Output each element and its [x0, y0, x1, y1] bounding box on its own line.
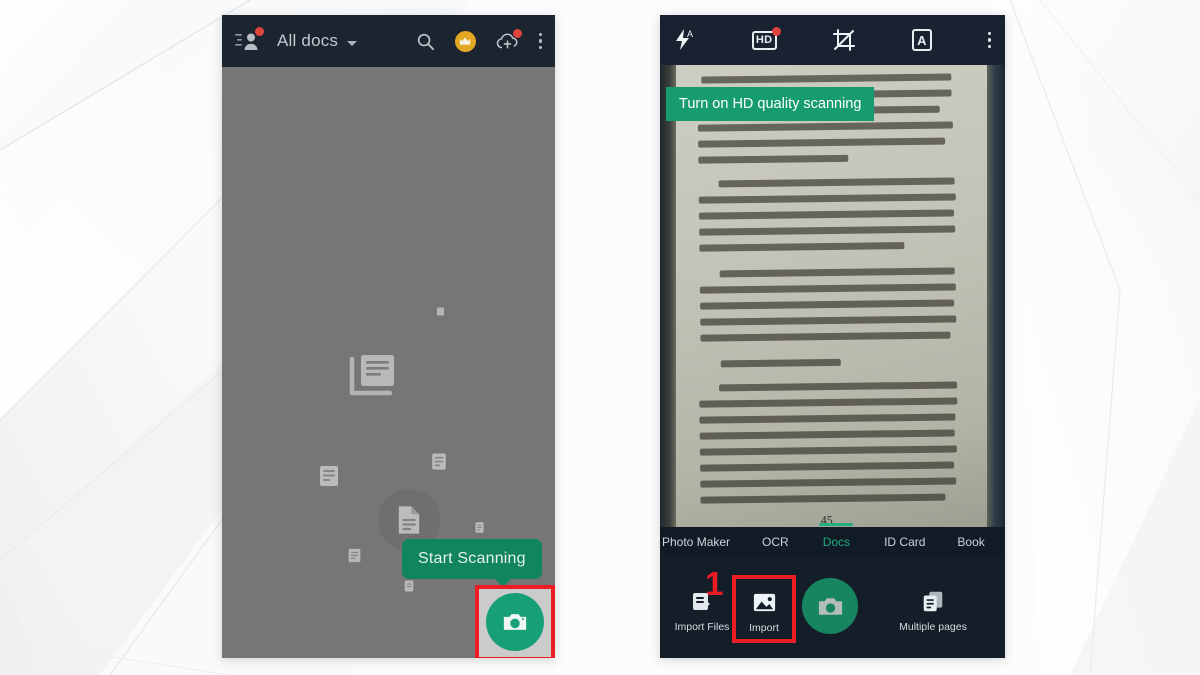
left-app-toolbar: All docs — [222, 15, 555, 67]
multiple-pages-button[interactable]: Multiple pages — [893, 589, 973, 633]
tab-book[interactable]: Book — [957, 535, 984, 549]
import-image-icon — [753, 593, 775, 612]
crown-premium-icon[interactable] — [454, 30, 476, 52]
start-scanning-tooltip-label: Start Scanning — [418, 550, 526, 567]
tab-docs[interactable]: Docs — [823, 535, 850, 549]
cloud-notification-badge — [512, 29, 522, 38]
capture-action-bar: 1 Import Files Import Multiple pages — [660, 557, 1005, 658]
book-page-photo: 45 DALE CARNEGIE — [667, 65, 998, 527]
auto-capture-icon[interactable]: A — [911, 29, 932, 51]
auto-crop-icon[interactable] — [832, 28, 856, 52]
capture-mode-tabs: Photo Maker OCR Docs ID Card Book Qu — [660, 527, 1005, 557]
import-files-button[interactable]: Import Files — [670, 589, 734, 633]
scan-fab-button[interactable] — [486, 593, 544, 651]
page-title: All docs — [277, 31, 339, 50]
right-phone-screenshot: 45 DALE CARNEGIE A HD A — [660, 15, 1005, 658]
cloud-upload-icon[interactable] — [496, 29, 522, 50]
import-files-label: Import Files — [674, 621, 730, 633]
book-left-edge — [660, 65, 676, 527]
tab-photo-maker[interactable]: Photo Maker — [662, 535, 730, 549]
document-bubble-icon — [465, 513, 493, 541]
book-right-edge — [987, 65, 1005, 527]
shutter-button[interactable] — [802, 578, 858, 634]
document-bubble-icon — [418, 441, 460, 483]
document-bubble-icon — [336, 537, 372, 573]
page-background — [0, 0, 1200, 675]
document-bubble-icon — [304, 451, 354, 501]
tab-ocr[interactable]: OCR — [762, 535, 789, 549]
overflow-menu-icon[interactable] — [987, 31, 991, 49]
camera-toolbar: A HD A — [660, 15, 1005, 65]
tab-id-card[interactable]: ID Card — [884, 535, 925, 549]
document-bubble-icon — [428, 299, 452, 323]
account-notification-badge — [255, 27, 264, 36]
import-label: Import — [749, 622, 779, 634]
left-phone-screenshot: All docs Start Scanning — [222, 15, 555, 658]
svg-text:A: A — [687, 29, 693, 39]
hd-quality-tooltip: Turn on HD quality scanning — [666, 87, 875, 121]
camera-preview: 45 DALE CARNEGIE — [660, 65, 1005, 527]
chevron-down-icon[interactable] — [347, 40, 358, 46]
multiple-pages-label: Multiple pages — [899, 621, 967, 633]
shutter-camera-icon — [818, 597, 842, 615]
import-button[interactable]: Import — [732, 589, 796, 634]
documents-stack-icon — [326, 331, 418, 423]
hd-quality-icon[interactable]: HD — [751, 26, 781, 50]
multiple-pages-icon — [923, 591, 943, 612]
overflow-menu-icon[interactable] — [538, 32, 542, 50]
search-icon[interactable] — [416, 32, 435, 51]
hd-quality-tooltip-label: Turn on HD quality scanning — [679, 96, 862, 112]
auto-capture-label: A — [911, 29, 932, 51]
hd-notification-badge — [771, 26, 781, 36]
import-files-icon — [693, 593, 710, 610]
start-scanning-tooltip: Start Scanning — [402, 539, 542, 587]
flash-auto-icon[interactable]: A — [674, 28, 696, 52]
account-person-icon[interactable] — [235, 27, 265, 54]
